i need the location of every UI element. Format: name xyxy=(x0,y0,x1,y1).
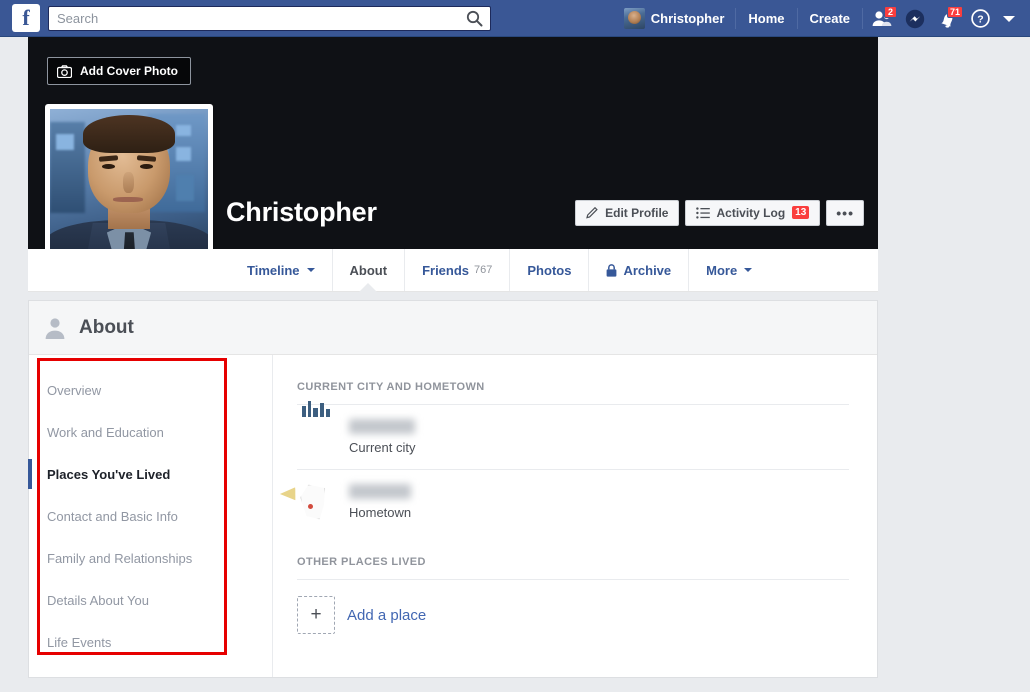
about-body: Overview Work and Education Places You'v… xyxy=(29,355,877,677)
add-place-row: + Add a place xyxy=(297,580,849,634)
sidebar-item-work-and-education[interactable]: Work and Education xyxy=(29,411,272,453)
sidebar-item-label: Work and Education xyxy=(47,425,164,440)
profile-actions: Edit Profile Activity Log 13 ••• xyxy=(569,200,864,226)
search-icon[interactable] xyxy=(465,9,484,28)
about-content: CURRENT CITY AND HOMETOWN Curre xyxy=(273,355,877,677)
sidebar-item-details-about-you[interactable]: Details About You xyxy=(29,579,272,621)
list-item[interactable]: Current city xyxy=(297,405,849,470)
pencil-icon xyxy=(586,206,599,219)
tab-friends-label: Friends xyxy=(422,263,469,278)
sidebar-item-places-youve-lived[interactable]: Places You've Lived xyxy=(29,453,272,495)
map-thumbnail xyxy=(297,482,337,522)
sidebar-item-label: Details About You xyxy=(47,593,149,608)
about-card-title: About xyxy=(79,317,134,339)
section-title-current-city-and-hometown: CURRENT CITY AND HOMETOWN xyxy=(297,381,849,405)
place-text: Hometown xyxy=(349,484,411,520)
tab-photos-label: Photos xyxy=(527,263,571,278)
camera-icon xyxy=(57,65,72,78)
search-input[interactable] xyxy=(48,6,491,31)
activity-log-button[interactable]: Activity Log 13 xyxy=(685,200,820,226)
plus-icon[interactable]: + xyxy=(297,596,335,634)
about-card: About Overview Work and Education Places… xyxy=(28,300,878,678)
sidebar-item-life-events[interactable]: Life Events xyxy=(29,621,272,663)
about-sidebar: Overview Work and Education Places You'v… xyxy=(29,355,273,677)
profile-picture[interactable] xyxy=(45,104,213,249)
edit-profile-button[interactable]: Edit Profile xyxy=(575,200,679,226)
sidebar-item-family-and-relationships[interactable]: Family and Relationships xyxy=(29,537,272,579)
add-a-place-link[interactable]: Add a place xyxy=(347,607,426,624)
sidebar-item-label: Life Events xyxy=(47,635,111,650)
sidebar-item-contact-and-basic-info[interactable]: Contact and Basic Info xyxy=(29,495,272,537)
add-cover-photo-button[interactable]: Add Cover Photo xyxy=(47,57,191,85)
place-name-redacted xyxy=(349,419,415,434)
global-header: f Christopher Home Create 2 71 ? xyxy=(0,0,1030,37)
sidebar-item-label: Overview xyxy=(47,383,101,398)
sidebar-item-overview[interactable]: Overview xyxy=(29,369,272,411)
profile-picture-image xyxy=(50,109,208,249)
header-profile-name: Christopher xyxy=(651,11,725,26)
chevron-down-icon xyxy=(744,268,752,272)
nav-create-link[interactable]: Create xyxy=(800,5,860,33)
profile-page: Add Cover Photo xyxy=(28,37,878,678)
profile-tabbar: Timeline About Friends 767 Photos Archiv… xyxy=(28,249,878,292)
list-icon xyxy=(696,207,710,219)
city-skyline-thumbnail xyxy=(297,417,337,457)
activity-log-badge: 13 xyxy=(792,206,809,219)
avatar xyxy=(624,8,645,29)
tab-about[interactable]: About xyxy=(332,249,405,291)
account-dropdown-icon[interactable] xyxy=(1003,16,1015,22)
active-tab-indicator xyxy=(359,283,377,292)
about-card-header: About xyxy=(29,301,877,355)
place-subtitle: Hometown xyxy=(349,505,411,520)
friend-requests-badge: 2 xyxy=(884,6,897,18)
sidebar-item-label: Contact and Basic Info xyxy=(47,509,178,524)
search-container xyxy=(48,6,491,31)
nav-home-link[interactable]: Home xyxy=(738,5,794,33)
header-nav-right: Christopher Home Create 2 71 ? xyxy=(615,0,1024,37)
tab-archive-label: Archive xyxy=(623,263,671,278)
section-title-other-places-lived: OTHER PLACES LIVED xyxy=(297,534,849,580)
messenger-icon[interactable] xyxy=(898,5,931,33)
activity-log-label: Activity Log xyxy=(716,206,785,220)
lock-icon xyxy=(606,264,617,277)
sidebar-item-label: Family and Relationships xyxy=(47,551,192,566)
tab-archive[interactable]: Archive xyxy=(588,249,688,291)
tab-photos[interactable]: Photos xyxy=(509,249,588,291)
tab-more-label: More xyxy=(706,263,737,278)
add-cover-photo-label: Add Cover Photo xyxy=(80,64,178,78)
facebook-logo-icon[interactable]: f xyxy=(12,4,40,32)
list-item[interactable]: Hometown xyxy=(297,470,849,534)
place-text: Current city xyxy=(349,419,415,455)
place-subtitle: Current city xyxy=(349,440,415,455)
cover-photo-area: Add Cover Photo xyxy=(28,37,878,249)
friend-requests-icon[interactable]: 2 xyxy=(865,5,898,33)
help-icon[interactable]: ? xyxy=(964,5,997,33)
header-profile-link[interactable]: Christopher xyxy=(615,5,734,33)
divider xyxy=(862,8,863,29)
tab-timeline[interactable]: Timeline xyxy=(230,249,332,291)
tab-more[interactable]: More xyxy=(688,249,769,291)
tab-friends-count: 767 xyxy=(474,264,492,276)
page-title: Christopher xyxy=(226,197,377,228)
divider xyxy=(735,8,736,29)
tab-timeline-label: Timeline xyxy=(247,263,300,278)
person-icon xyxy=(43,316,67,340)
profile-name-row: Christopher Edit Profile Activity Log 13… xyxy=(226,197,864,228)
tab-friends[interactable]: Friends 767 xyxy=(404,249,509,291)
svg-text:?: ? xyxy=(977,14,983,26)
tab-about-label: About xyxy=(350,263,388,278)
chevron-down-icon xyxy=(307,268,315,272)
notifications-bell-icon[interactable]: 71 xyxy=(931,5,964,33)
notifications-badge: 71 xyxy=(947,6,963,18)
divider xyxy=(797,8,798,29)
more-options-button[interactable]: ••• xyxy=(826,200,864,226)
sidebar-item-label: Places You've Lived xyxy=(47,467,170,482)
edit-profile-label: Edit Profile xyxy=(605,206,668,220)
place-name-redacted xyxy=(349,484,411,499)
